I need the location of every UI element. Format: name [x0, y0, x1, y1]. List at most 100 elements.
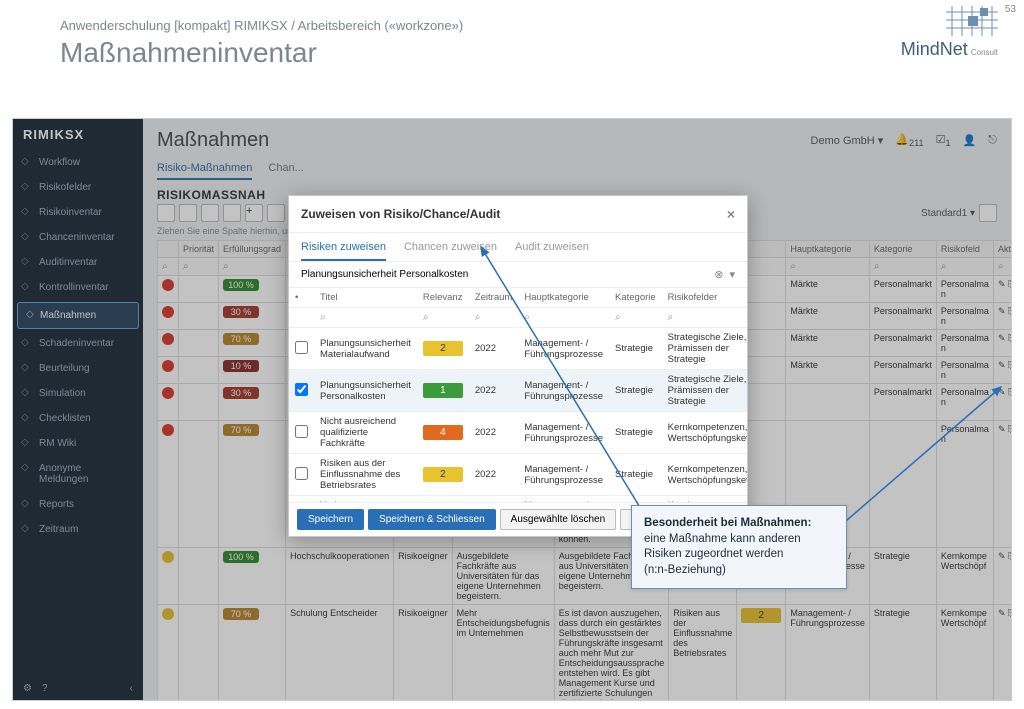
- modal-row[interactable]: Planungsunsicherheit Personalkosten12022…: [289, 370, 747, 412]
- callout-note: Besonderheit bei Maßnahmen: eine Maßnahm…: [631, 505, 847, 589]
- row-checkbox[interactable]: [295, 425, 308, 438]
- search-icon[interactable]: [162, 261, 168, 271]
- sidebar-item-zeitraum[interactable]: ◇Zeitraum: [13, 517, 143, 542]
- row-actions[interactable]: ✎ ⎘ 🏷: [998, 387, 1012, 397]
- sidebar-item-risikofelder[interactable]: ◇Risikofelder: [13, 175, 143, 200]
- search-icon[interactable]: [423, 312, 429, 323]
- search-icon[interactable]: [668, 312, 674, 323]
- nav-icon: ◇: [21, 523, 33, 535]
- modal-search-input[interactable]: [301, 269, 714, 280]
- tab[interactable]: Risiko-Maßnahmen: [157, 162, 252, 180]
- sidebar-item-beurteilung[interactable]: ◇Beurteilung: [13, 356, 143, 381]
- toolbar-btn[interactable]: +: [245, 204, 263, 222]
- logout-icon[interactable]: ⎋: [988, 134, 997, 147]
- nav-icon: ◇: [21, 181, 33, 193]
- modal-tab[interactable]: Audit zuweisen: [515, 241, 589, 261]
- row-actions[interactable]: ✎ ⎘ 🏷: [998, 333, 1012, 343]
- row-checkbox[interactable]: [295, 341, 308, 354]
- search-icon[interactable]: [998, 261, 1004, 271]
- table-row[interactable]: 70 %Schulung EntscheiderRisikoeignerMehr…: [158, 605, 1013, 702]
- col-header[interactable]: Relevanz: [417, 288, 469, 308]
- sidebar-item-auditinventar[interactable]: ◇Auditinventar: [13, 250, 143, 275]
- row-checkbox[interactable]: [295, 467, 308, 480]
- settings-icon[interactable]: ⚙: [23, 683, 32, 694]
- row-actions[interactable]: ✎ ⎘ 🏷: [998, 306, 1012, 316]
- search-icon[interactable]: [320, 312, 326, 323]
- search-icon[interactable]: [941, 261, 947, 271]
- sidebar-item-anonyme-meldungen[interactable]: ◇Anonyme Meldungen: [13, 456, 143, 492]
- fulfillment-badge: 100 %: [223, 551, 259, 563]
- col-header[interactable]: Erfüllungsgrad: [219, 241, 286, 258]
- col-header[interactable]: Aktionen: [993, 241, 1012, 258]
- col-header[interactable]: Kategorie: [609, 288, 662, 308]
- layout-dropdown[interactable]: Standard1 ▾: [921, 208, 975, 219]
- tasks-icon[interactable]: ☑1: [936, 133, 951, 148]
- search-icon[interactable]: [524, 312, 530, 323]
- col-header[interactable]: [158, 241, 179, 258]
- col-header[interactable]: Titel: [314, 288, 417, 308]
- search-icon[interactable]: [615, 312, 621, 323]
- bell-icon[interactable]: 🔔211: [895, 133, 923, 148]
- sidebar-item-rm-wiki[interactable]: ◇RM Wiki: [13, 431, 143, 456]
- row-actions[interactable]: ✎ ⎘ 🏷: [998, 279, 1012, 289]
- col-header[interactable]: Hauptkategorie: [786, 241, 870, 258]
- sidebar-item-kontrollinventar[interactable]: ◇Kontrollinventar: [13, 275, 143, 300]
- search-icon[interactable]: [475, 312, 481, 323]
- col-header[interactable]: Risikofelder: [662, 288, 747, 308]
- search-icon[interactable]: [790, 261, 796, 271]
- status-dot: [162, 424, 174, 436]
- col-header[interactable]: Priorität: [179, 241, 219, 258]
- tenant-dropdown[interactable]: Demo GmbH ▾: [811, 134, 884, 147]
- fulfillment-badge: 10 %: [223, 360, 259, 372]
- modal-tab[interactable]: Risiken zuweisen: [301, 241, 386, 261]
- search-icon[interactable]: [183, 261, 189, 271]
- col-header[interactable]: Zeitraum: [469, 288, 518, 308]
- nav-icon: ◇: [21, 256, 33, 268]
- toolbar-btn[interactable]: [157, 204, 175, 222]
- help-icon[interactable]: ?: [42, 683, 48, 694]
- row-actions[interactable]: ✎ ⎘ 🏷: [998, 608, 1012, 618]
- col-header[interactable]: Hauptkategorie: [518, 288, 609, 308]
- collapse-icon[interactable]: ‹: [130, 683, 133, 694]
- table-row[interactable]: 100 %HochschulkooperationenRisikoeignerA…: [158, 548, 1013, 605]
- modal-row[interactable]: Risiken aus der Einflussnahme des Betrie…: [289, 454, 747, 496]
- status-dot: [162, 306, 174, 318]
- row-actions[interactable]: ✎ ⎘ 🏷: [998, 551, 1012, 561]
- brand: RIMIKSX: [13, 119, 143, 150]
- row-actions[interactable]: ✎ ⎘ 🏷: [998, 424, 1012, 434]
- col-header[interactable]: Kategorie: [869, 241, 936, 258]
- sidebar-item-workflow[interactable]: ◇Workflow: [13, 150, 143, 175]
- toolbar-btn[interactable]: [223, 204, 241, 222]
- sidebar-item-risikoinventar[interactable]: ◇Risikoinventar: [13, 200, 143, 225]
- delete-selected-button[interactable]: Ausgewählte löschen: [500, 509, 617, 530]
- modal-tab[interactable]: Chancen zuweisen: [404, 241, 497, 261]
- close-icon[interactable]: ×: [727, 206, 735, 222]
- row-actions[interactable]: ✎ ⎘ 🏷: [998, 360, 1012, 370]
- nav-icon: ◇: [21, 281, 33, 293]
- modal-tabs: Risiken zuweisen Chancen zuweisen Audit zu…: [289, 233, 747, 262]
- tab[interactable]: Chan...: [268, 162, 303, 180]
- row-checkbox[interactable]: [295, 383, 308, 396]
- toolbar-btn[interactable]: [201, 204, 219, 222]
- sidebar-item-reports[interactable]: ◇Reports: [13, 492, 143, 517]
- search-icon[interactable]: [874, 261, 880, 271]
- dropdown-icon[interactable]: ▾: [729, 268, 735, 281]
- sidebar-item-checklisten[interactable]: ◇Checklisten: [13, 406, 143, 431]
- col-header[interactable]: Risikofeld: [936, 241, 993, 258]
- nav-icon: ◇: [26, 309, 38, 321]
- save-close-button[interactable]: Speichern & Schliessen: [368, 509, 496, 530]
- toolbar-btn[interactable]: [179, 204, 197, 222]
- modal-row[interactable]: Planungsunsicherheit Materialaufwand2202…: [289, 328, 747, 370]
- toolbar-btn[interactable]: [979, 204, 997, 222]
- sidebar-item-ma-nahmen[interactable]: ◇Maßnahmen: [17, 302, 139, 329]
- search-icon[interactable]: [223, 261, 229, 271]
- user-icon[interactable]: 👤: [963, 134, 977, 147]
- sidebar-item-schadeninventar[interactable]: ◇Schadeninventar: [13, 331, 143, 356]
- sidebar-item-chanceninventar[interactable]: ◇Chanceninventar: [13, 225, 143, 250]
- fulfillment-badge: 30 %: [223, 387, 259, 399]
- clear-icon[interactable]: ⊗: [714, 268, 723, 281]
- save-button[interactable]: Speichern: [297, 509, 364, 530]
- sidebar-item-simulation[interactable]: ◇Simulation: [13, 381, 143, 406]
- toolbar-btn[interactable]: [267, 204, 285, 222]
- modal-row[interactable]: Nicht ausreichend qualifizierte Fachkräf…: [289, 412, 747, 454]
